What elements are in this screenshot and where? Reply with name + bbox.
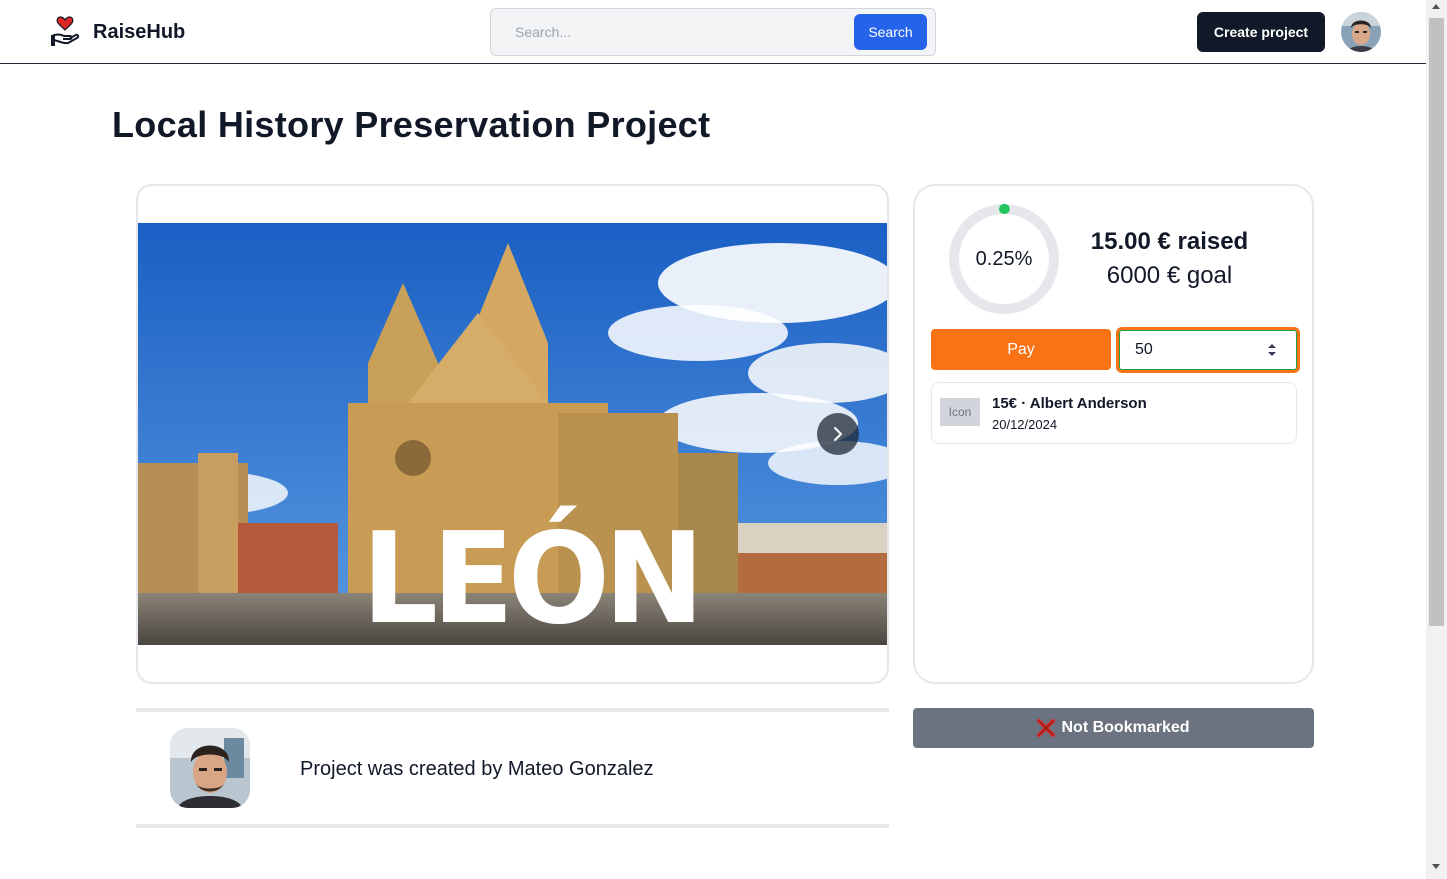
funding-card: 0.25% 15.00 € raised 6000 € goal Pay Ico… bbox=[913, 184, 1314, 684]
donation-summary: 15€ · Albert Anderson bbox=[992, 395, 1147, 412]
donation-list-item: Icon 15€ · Albert Anderson 20/12/2024 bbox=[931, 382, 1297, 444]
carousel-next-button[interactable] bbox=[817, 413, 859, 455]
cross-mark-icon bbox=[1037, 719, 1056, 737]
scroll-up-arrow-icon[interactable] bbox=[1432, 4, 1440, 9]
creator-section: Project was created by Mateo Gonzalez bbox=[136, 708, 889, 828]
page-scrollbar[interactable] bbox=[1426, 0, 1447, 879]
pay-button[interactable]: Pay bbox=[931, 329, 1111, 370]
user-avatar-image bbox=[1341, 12, 1381, 52]
donor-icon: Icon bbox=[940, 398, 980, 426]
creator-text: Project was created by Mateo Gonzalez bbox=[300, 758, 654, 780]
scroll-thumb[interactable] bbox=[1429, 18, 1444, 626]
number-spinner-icon[interactable] bbox=[1267, 341, 1277, 359]
carousel-image: LEÓN bbox=[138, 223, 887, 645]
brand-name: RaiseHub bbox=[93, 20, 186, 43]
creator-avatar-image bbox=[170, 728, 250, 808]
cathedral-photo: LEÓN bbox=[138, 223, 887, 645]
donation-date: 20/12/2024 bbox=[992, 417, 1058, 432]
search-input[interactable] bbox=[503, 15, 843, 49]
brand-logo-link[interactable]: RaiseHub bbox=[50, 16, 185, 48]
image-carousel: LEÓN bbox=[136, 184, 889, 684]
amount-raised: 15.00 € raised bbox=[1090, 228, 1249, 255]
scroll-down-arrow-icon[interactable] bbox=[1432, 864, 1440, 869]
project-title: Local History Preservation Project bbox=[112, 104, 711, 145]
bookmark-label: Not Bookmarked bbox=[1061, 719, 1190, 736]
creator-avatar[interactable] bbox=[170, 728, 250, 808]
search-button[interactable]: Search bbox=[854, 14, 927, 50]
create-project-button[interactable]: Create project bbox=[1197, 12, 1325, 52]
funding-goal: 6000 € goal bbox=[1106, 262, 1233, 289]
user-avatar[interactable] bbox=[1341, 12, 1381, 52]
progress-percent: 0.25% bbox=[975, 247, 1033, 270]
image-caption-text: LEÓN bbox=[362, 505, 699, 645]
chevron-right-icon bbox=[834, 427, 842, 441]
bookmark-button[interactable]: Not Bookmarked bbox=[913, 708, 1314, 748]
top-navbar: RaiseHub Search Create project bbox=[0, 0, 1426, 64]
heart-hand-icon bbox=[51, 16, 80, 46]
search-bar: Search bbox=[490, 8, 936, 56]
